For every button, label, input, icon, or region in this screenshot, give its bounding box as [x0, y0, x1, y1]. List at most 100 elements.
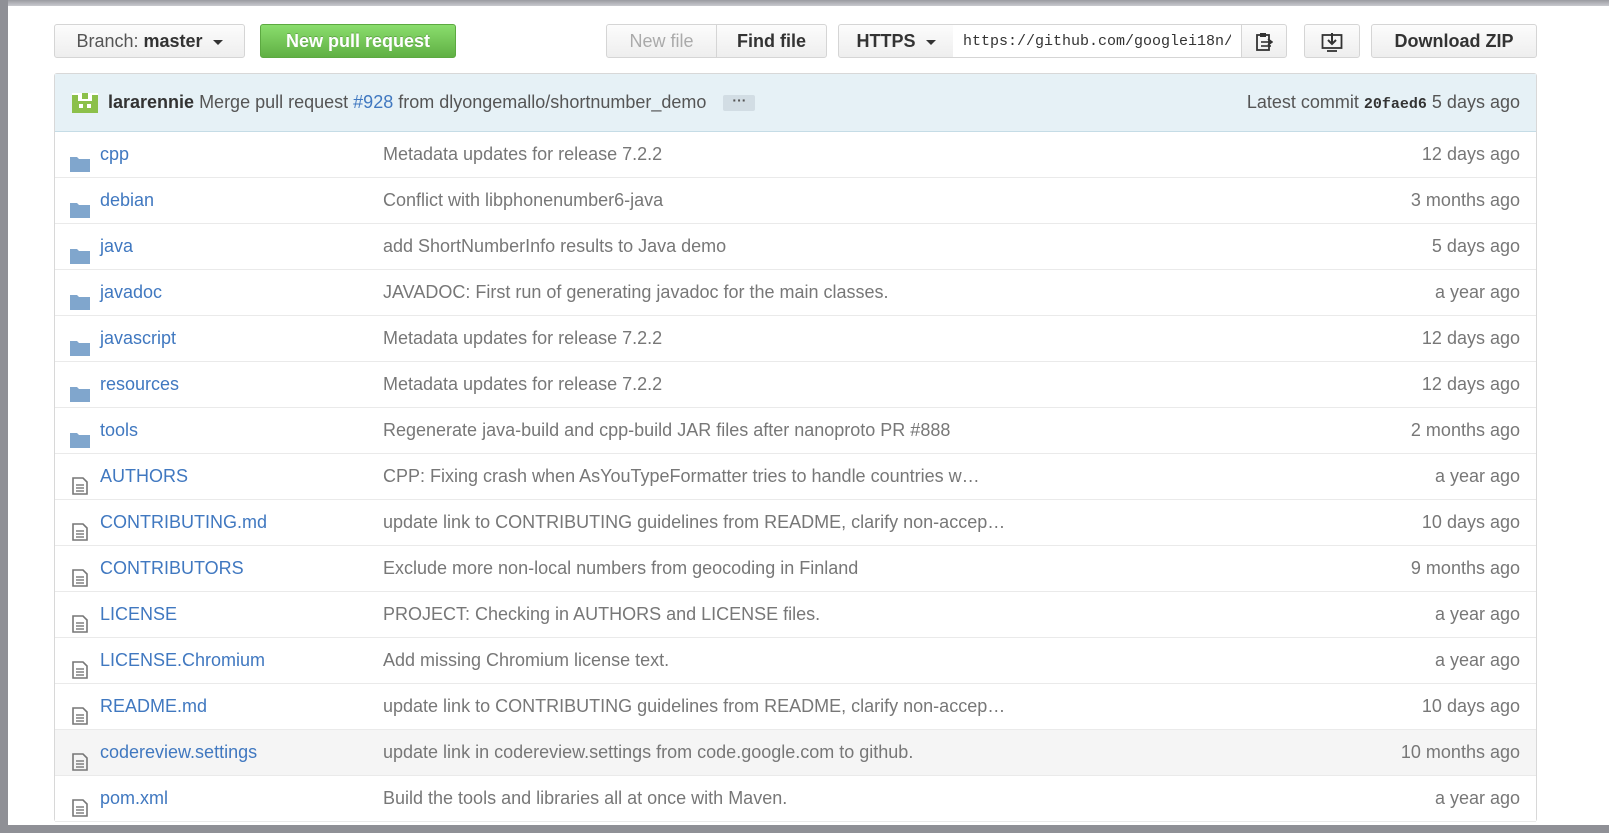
file-row[interactable]: CONTRIBUTORS Exclude more non-local numbe… — [55, 546, 1536, 592]
avatar[interactable] — [72, 93, 98, 113]
file-commit-age: a year ago — [1434, 466, 1520, 486]
file-commit-message-link[interactable]: Build the tools and libraries all at onc… — [383, 776, 787, 820]
file-name-link[interactable]: resources — [100, 362, 179, 406]
branch-prefix: Branch: — [76, 31, 139, 51]
file-row[interactable]: javadoc JAVADOC: First run of generating … — [55, 270, 1536, 316]
file-navigation-toolbar: Branch: master New pull request New file… — [54, 24, 1537, 60]
file-commit-message-link[interactable]: Exclude more non-local numbers from geoc… — [383, 546, 858, 590]
file-commit-message-link[interactable]: PROJECT: Checking in AUTHORS and LICENSE… — [383, 592, 820, 636]
file-commit-age: 12 days ago — [1421, 328, 1520, 348]
file-commit-age: 10 days ago — [1421, 696, 1520, 716]
commit-author-link[interactable]: lararennie — [108, 92, 194, 112]
latest-commit-bar: lararennie Merge pull request #928 from … — [55, 74, 1536, 132]
file-table: lararennie Merge pull request #928 from … — [54, 73, 1537, 822]
folder-icon — [70, 375, 90, 402]
folder-icon — [70, 145, 90, 172]
file-commit-age: a year ago — [1434, 604, 1520, 624]
file-name-link[interactable]: cpp — [100, 132, 129, 176]
clipboard-icon — [1256, 33, 1274, 52]
file-commit-age: 3 months ago — [1410, 190, 1520, 210]
file-commit-age: a year ago — [1434, 282, 1520, 302]
file-text-icon — [70, 697, 90, 725]
file-list: cpp Metadata updates for release 7.2.2 12 … — [55, 132, 1536, 822]
file-text-icon — [70, 559, 90, 587]
file-row[interactable]: pom.xml Build the tools and libraries all… — [55, 776, 1536, 822]
file-name-link[interactable]: pom.xml — [100, 776, 168, 820]
clone-protocol-button[interactable]: HTTPS — [838, 24, 954, 58]
file-name-link[interactable]: LICENSE — [100, 592, 177, 636]
repo-file-browser: Branch: master New pull request New file… — [8, 0, 1609, 825]
file-name-link[interactable]: java — [100, 224, 133, 268]
file-name-link[interactable]: CONTRIBUTING.md — [100, 500, 267, 544]
file-name-link[interactable]: README.md — [100, 684, 207, 728]
file-commit-age: 12 days ago — [1421, 374, 1520, 394]
file-row[interactable]: resources Metadata updates for release 7.… — [55, 362, 1536, 408]
file-row[interactable]: codereview.settings update link in codere… — [55, 730, 1536, 776]
latest-commit-info: Latest commit 20faed6 5 days ago — [1247, 74, 1520, 133]
file-name-link[interactable]: CONTRIBUTORS — [100, 546, 244, 590]
find-file-button[interactable]: Find file — [716, 24, 827, 58]
file-name-link[interactable]: tools — [100, 408, 138, 452]
file-commit-age: a year ago — [1434, 788, 1520, 808]
pull-request-link[interactable]: #928 — [353, 92, 393, 112]
file-row[interactable]: tools Regenerate java-build and cpp-build… — [55, 408, 1536, 454]
clone-protocol-label: HTTPS — [856, 31, 916, 51]
file-row[interactable]: README.md update link to CONTRIBUTING gui… — [55, 684, 1536, 730]
file-commit-age: 10 days ago — [1421, 512, 1520, 532]
new-file-button[interactable]: New file — [606, 24, 717, 58]
file-commit-age: 9 months ago — [1410, 558, 1520, 578]
file-name-link[interactable]: javascript — [100, 316, 176, 360]
file-text-icon — [70, 467, 90, 495]
file-commit-message-link[interactable]: Conflict with libphonenumber6-java — [383, 178, 663, 222]
new-pull-request-button[interactable]: New pull request — [260, 24, 456, 58]
latest-commit-label: Latest commit — [1246, 92, 1359, 112]
file-row[interactable]: CONTRIBUTING.md update link to CONTRIBUTI… — [55, 500, 1536, 546]
file-text-icon — [70, 605, 90, 633]
commit-age: 5 days ago — [1431, 92, 1520, 112]
file-commit-age: a year ago — [1434, 650, 1520, 670]
file-row[interactable]: debian Conflict with libphonenumber6-java… — [55, 178, 1536, 224]
file-commit-message-link[interactable]: update link in codereview.settings from … — [383, 730, 913, 774]
file-row[interactable]: java add ShortNumberInfo results to Java … — [55, 224, 1536, 270]
desktop-download-icon — [1321, 33, 1343, 53]
file-commit-message-link[interactable]: Regenerate java-build and cpp-build JAR … — [383, 408, 950, 452]
branch-select-button[interactable]: Branch: master — [54, 24, 245, 58]
file-commit-message-link[interactable]: update link to CONTRIBUTING guidelines f… — [383, 684, 1005, 728]
file-row[interactable]: AUTHORS CPP: Fixing crash when AsYouTypeF… — [55, 454, 1536, 500]
file-name-link[interactable]: AUTHORS — [100, 454, 188, 498]
caret-down-icon — [212, 39, 223, 45]
copy-to-clipboard-button[interactable] — [1241, 24, 1287, 58]
open-in-desktop-button[interactable] — [1304, 24, 1360, 58]
file-commit-message-link[interactable]: Metadata updates for release 7.2.2 — [383, 362, 662, 406]
folder-icon — [70, 421, 90, 448]
expand-commit-message-button[interactable]: ··· — [723, 93, 756, 112]
commit-sha-link[interactable]: 20faed6 — [1364, 96, 1427, 113]
file-commit-message-link[interactable]: JAVADOC: First run of generating javadoc… — [383, 270, 889, 314]
folder-icon — [70, 191, 90, 218]
file-row[interactable]: LICENSE PROJECT: Checking in AUTHORS and … — [55, 592, 1536, 638]
file-commit-message-link[interactable]: Metadata updates for release 7.2.2 — [383, 132, 662, 176]
file-name-link[interactable]: javadoc — [100, 270, 162, 314]
file-name-link[interactable]: codereview.settings — [100, 730, 257, 774]
file-commit-message-link[interactable]: Metadata updates for release 7.2.2 — [383, 316, 662, 360]
file-commit-age: 12 days ago — [1421, 144, 1520, 164]
file-commit-message-link[interactable]: add ShortNumberInfo results to Java demo — [383, 224, 726, 268]
file-row[interactable]: cpp Metadata updates for release 7.2.2 12 … — [55, 132, 1536, 178]
file-commit-message-link[interactable]: Add missing Chromium license text. — [383, 638, 669, 682]
file-commit-age: 10 months ago — [1400, 742, 1520, 762]
file-commit-message-link[interactable]: update link to CONTRIBUTING guidelines f… — [383, 500, 1005, 544]
commit-message-prefix: Merge pull request — [199, 92, 349, 112]
folder-icon — [70, 237, 90, 264]
clone-url-input[interactable] — [953, 24, 1242, 58]
file-row[interactable]: javascript Metadata updates for release 7… — [55, 316, 1536, 362]
file-row[interactable]: LICENSE.Chromium Add missing Chromium lic… — [55, 638, 1536, 684]
file-text-icon — [70, 789, 90, 817]
file-text-icon — [70, 743, 90, 771]
file-commit-message-link[interactable]: CPP: Fixing crash when AsYouTypeFormatte… — [383, 454, 980, 498]
folder-icon — [70, 329, 90, 356]
download-zip-button[interactable]: Download ZIP — [1371, 24, 1537, 58]
branch-name: master — [143, 31, 203, 51]
file-name-link[interactable]: LICENSE.Chromium — [100, 638, 265, 682]
file-name-link[interactable]: debian — [100, 178, 154, 222]
file-text-icon — [70, 651, 90, 679]
